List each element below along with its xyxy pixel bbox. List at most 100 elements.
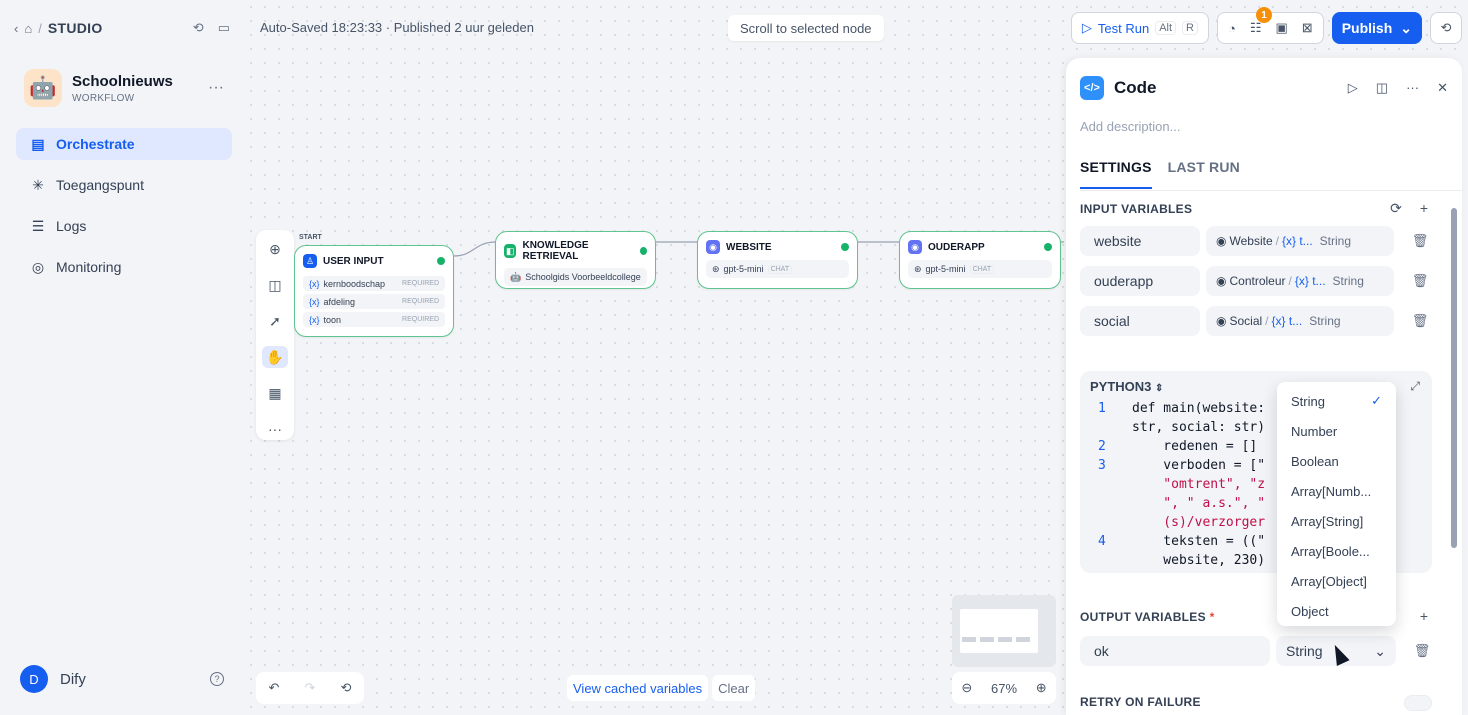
node-title: KNOWLEDGE RETRIEVAL	[522, 240, 589, 262]
ref-node-name: Social	[1229, 314, 1263, 328]
undo-icon[interactable]: ↶	[269, 680, 280, 696]
view-cached-variables-button[interactable]: View cached variables	[567, 675, 709, 701]
delete-icon[interactable]: 🗑	[1410, 313, 1430, 329]
history-icon[interactable]: ⟲	[341, 680, 352, 696]
avatar[interactable]: D	[20, 665, 48, 693]
input-variable-reference[interactable]: ◉ Controleur / {x} t... String	[1206, 266, 1394, 296]
required-label: REQUIRED	[402, 316, 439, 323]
node-website[interactable]: ◉ WEBSITE ⊛ gpt-5-mini CHAT	[697, 231, 858, 289]
help-icon[interactable]: ?	[210, 672, 224, 686]
language-selector[interactable]: PYTHON3 ⇕	[1090, 379, 1163, 394]
tab-settings[interactable]: SETTINGS	[1080, 159, 1152, 189]
redo-icon[interactable]: ↷	[305, 680, 316, 696]
input-variable-name[interactable]: ouderapp	[1080, 266, 1200, 296]
input-variable-name[interactable]: social	[1080, 306, 1200, 336]
type-option-array-object[interactable]: Array[Object]	[1277, 566, 1396, 596]
sidebar-item-toegangspunt[interactable]: ✳ Toegangspunt	[16, 169, 232, 201]
input-variable-reference[interactable]: ◉ Social / {x} t... String	[1206, 306, 1394, 336]
retry-toggle[interactable]	[1404, 695, 1432, 711]
llm-icon: ◉	[1216, 274, 1227, 288]
sync-icon[interactable]: ⟲	[193, 20, 204, 36]
output-variables-actions: +	[1420, 608, 1428, 624]
user-bar: D Dify ?	[20, 665, 224, 693]
add-icon[interactable]: +	[1420, 608, 1428, 624]
variable-icon: {x}	[309, 278, 320, 289]
scrollbar-thumb[interactable]	[1451, 208, 1457, 548]
delete-icon[interactable]: 🗑	[1410, 273, 1430, 289]
ref-separator: /	[1265, 314, 1269, 328]
start-label: START	[299, 234, 322, 241]
split-view-icon[interactable]: ◫	[1376, 80, 1388, 96]
refresh-icon[interactable]: ⟳	[1390, 200, 1402, 217]
zoom-out-icon[interactable]: ⊖	[961, 680, 972, 696]
home-icon[interactable]: ⌂	[24, 21, 32, 36]
panel-title[interactable]: Code	[1114, 78, 1157, 98]
studio-actions: ⟲ ▭	[193, 20, 230, 36]
app-info: Schoolnieuws WORKFLOW	[72, 73, 173, 104]
check-icon: ✓	[1371, 393, 1382, 408]
node-user-input[interactable]: ♙ USER INPUT {x} kernboodschap REQUIRED …	[294, 245, 454, 337]
input-var-name: toon	[323, 314, 342, 325]
panel-header: </> Code ▷ ◫ ··· ✕	[1080, 76, 1448, 100]
code-line: redenen = []	[1132, 439, 1258, 454]
dataset-name: Schoolgids Voorbeeldcollege	[525, 272, 641, 282]
app-name: Schoolnieuws	[72, 72, 173, 90]
output-variable-name[interactable]: ok	[1080, 636, 1270, 666]
app-card[interactable]: 🤖 Schoolnieuws WORKFLOW ···	[24, 68, 230, 108]
breadcrumb-separator: /	[38, 20, 42, 36]
sidebar-item-label: Toegangspunt	[56, 177, 144, 193]
back-icon[interactable]: ‹	[14, 21, 18, 36]
expand-icon[interactable]: ⤢	[1410, 379, 1420, 394]
minimap[interactable]	[952, 595, 1056, 667]
type-option-array-boolean[interactable]: Array[Boole...	[1277, 536, 1396, 566]
type-option-boolean[interactable]: Boolean	[1277, 446, 1396, 476]
description-input[interactable]: Add description...	[1080, 119, 1180, 134]
close-icon[interactable]: ✕	[1437, 80, 1448, 96]
node-title: WEBSITE	[726, 241, 772, 253]
node-ouderapp[interactable]: ◉ OUDERAPP ⊛ gpt-5-mini CHAT	[899, 231, 1061, 289]
llm-icon: ◉	[706, 240, 720, 254]
zoom-level[interactable]: 67%	[991, 681, 1017, 696]
clear-button[interactable]: Clear	[712, 675, 756, 701]
input-variable-reference[interactable]: ◉ Website / {x} t... String	[1206, 226, 1394, 256]
zoom-in-icon[interactable]: ⊕	[1036, 680, 1047, 696]
type-option-object[interactable]: Object	[1277, 596, 1396, 626]
tab-last-run[interactable]: LAST RUN	[1168, 159, 1240, 190]
add-icon[interactable]: +	[1420, 200, 1428, 217]
option-label: String	[1291, 393, 1325, 409]
node-knowledge-retrieval[interactable]: ◧ KNOWLEDGE RETRIEVAL 🤖 Schoolgids Voorb…	[495, 231, 656, 289]
ref-separator: /	[1275, 234, 1279, 248]
model-row: ⊛ gpt-5-mini CHAT	[706, 260, 849, 278]
code-icon: </>	[1080, 76, 1104, 100]
type-option-array-string[interactable]: Array[String]	[1277, 506, 1396, 536]
input-var-name: kernboodschap	[323, 278, 386, 289]
input-variables-actions: ⟳ +	[1390, 200, 1428, 217]
sidebar-item-monitoring[interactable]: ◎ Monitoring	[16, 251, 232, 283]
sidebar: ‹ ⌂ / STUDIO ⟲ ▭ 🤖 Schoolnieuws WORKFLOW…	[0, 0, 244, 715]
sidebar-item-label: Logs	[56, 218, 87, 234]
more-icon[interactable]: ···	[1406, 80, 1419, 96]
delete-icon[interactable]: 🗑	[1410, 233, 1430, 249]
type-option-array-number[interactable]: Array[Numb...	[1277, 476, 1396, 506]
code-line: (s)/verzorger	[1132, 515, 1266, 530]
sidebar-toggle-icon[interactable]: ▭	[218, 20, 230, 36]
input-variable-name[interactable]: website	[1080, 226, 1200, 256]
user-name[interactable]: Dify	[60, 671, 86, 688]
model-name: gpt-5-mini	[723, 264, 764, 274]
node-title: USER INPUT	[323, 255, 384, 267]
type-option-number[interactable]: Number	[1277, 416, 1396, 446]
access-point-icon: ✳	[32, 176, 44, 193]
more-icon[interactable]: ···	[208, 79, 224, 97]
sidebar-item-logs[interactable]: ☰ Logs	[16, 210, 232, 242]
type-option-string[interactable]: String ✓	[1277, 386, 1396, 416]
sidebar-item-orchestrate[interactable]: ▤ Orchestrate	[16, 128, 232, 160]
app-type: WORKFLOW	[72, 92, 135, 104]
node-header: ◉ OUDERAPP	[900, 232, 1060, 254]
studio-label[interactable]: STUDIO	[48, 20, 103, 36]
run-node-icon[interactable]: ▷	[1348, 80, 1358, 96]
panel-actions: ▷ ◫ ··· ✕	[1348, 80, 1448, 96]
output-variable-row: ok String ⌄ 🗑	[1080, 636, 1432, 666]
code-node-panel: </> Code ▷ ◫ ··· ✕ Add description... SE…	[1066, 58, 1462, 715]
panel-scrollbar[interactable]	[1450, 208, 1458, 548]
delete-icon[interactable]: 🗑	[1412, 636, 1432, 666]
